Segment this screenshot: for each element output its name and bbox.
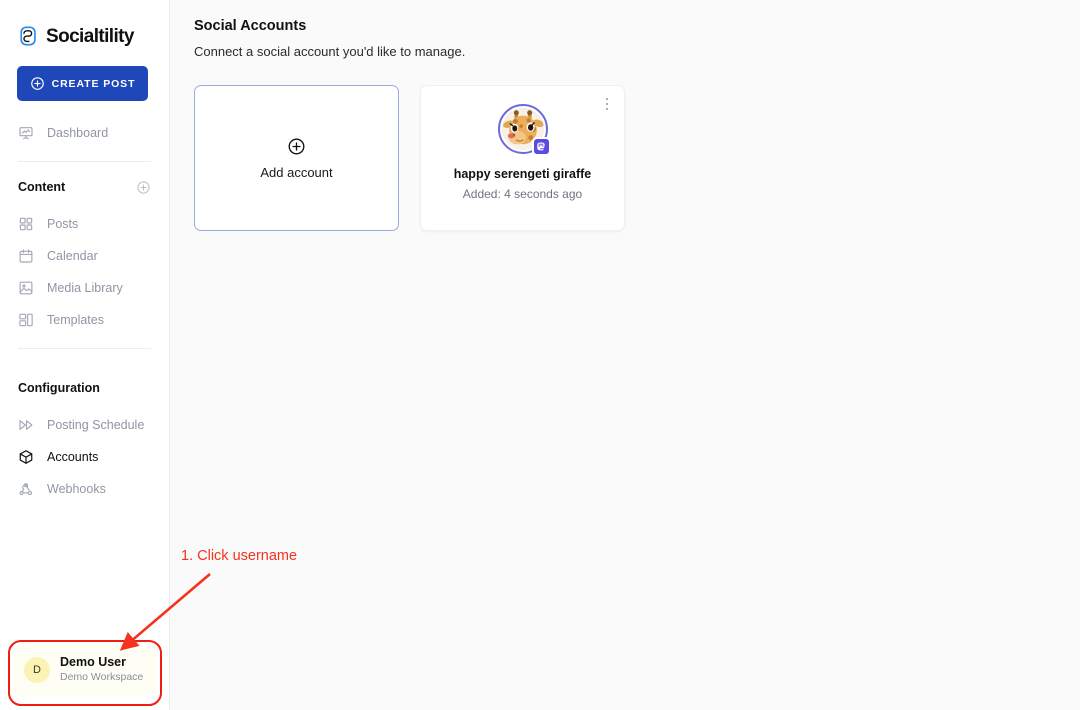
avatar: D xyxy=(24,657,50,683)
sidebar-item-label: Calendar xyxy=(47,249,98,263)
sidebar-item-posting-schedule[interactable]: Posting Schedule xyxy=(10,409,159,441)
add-content-plus-icon[interactable] xyxy=(136,180,151,195)
sidebar-item-dashboard[interactable]: Dashboard xyxy=(10,117,159,149)
create-post-label: CREATE POST xyxy=(51,77,136,90)
account-name: happy serengeti giraffe xyxy=(453,167,592,181)
webhook-icon xyxy=(18,481,34,497)
sidebar-item-media-library[interactable]: Media Library xyxy=(10,272,159,304)
main-content: Social Accounts Connect a social account… xyxy=(170,0,1080,710)
grid-icon xyxy=(18,216,34,232)
sidebar-group-content: Posts Calendar Media Library Templates xyxy=(0,208,169,336)
section-head-configuration: Configuration xyxy=(0,375,169,401)
mastodon-badge-icon xyxy=(531,137,551,156)
account-card[interactable]: happy serengeti giraffe Added: 4 seconds… xyxy=(420,85,625,231)
sidebar-item-label: Templates xyxy=(47,313,104,327)
sidebar-item-label: Accounts xyxy=(47,450,99,464)
sidebar-divider-1 xyxy=(18,161,151,162)
socialtility-logo-icon xyxy=(18,25,40,47)
add-account-card[interactable]: Add account xyxy=(194,85,399,231)
user-workspace: Demo Workspace xyxy=(60,670,144,683)
page-title: Social Accounts xyxy=(194,18,307,34)
sidebar-item-accounts[interactable]: Accounts xyxy=(10,441,159,473)
sidebar-group-configuration: Posting Schedule Accounts Webhooks xyxy=(0,409,169,505)
brand-logo[interactable]: Socialtility xyxy=(0,0,169,52)
sidebar-item-label: Media Library xyxy=(47,281,123,295)
sidebar-section-configuration: Configuration Posting Schedule Accounts … xyxy=(0,375,169,505)
brand-name: Socialtility xyxy=(46,25,134,47)
sidebar-item-webhooks[interactable]: Webhooks xyxy=(10,473,159,505)
user-name: Demo User xyxy=(60,655,126,670)
page-subtitle: Connect a social account you'd like to m… xyxy=(194,44,466,59)
calendar-icon xyxy=(18,248,34,264)
sidebar-item-posts[interactable]: Posts xyxy=(10,208,159,240)
sidebar-item-calendar[interactable]: Calendar xyxy=(10,240,159,272)
sidebar: Socialtility CREATE POST Dashboard Conte… xyxy=(0,0,170,710)
fast-forward-icon xyxy=(18,417,34,433)
accounts-grid: Add account happy serengeti giraffe Adde… xyxy=(194,85,1080,231)
kebab-menu-icon[interactable] xyxy=(599,94,615,114)
sidebar-item-label: Webhooks xyxy=(47,482,106,496)
sidebar-item-templates[interactable]: Templates xyxy=(10,304,159,336)
section-title-content: Content xyxy=(18,180,66,194)
annotation-step-text: 1. Click username xyxy=(181,548,298,564)
user-meta: Demo User Demo Workspace xyxy=(60,655,143,684)
section-title-configuration: Configuration xyxy=(18,381,100,395)
dashboard-icon xyxy=(18,125,34,141)
layout-template-icon xyxy=(18,312,34,328)
account-added-time: Added: 4 seconds ago xyxy=(462,187,583,201)
account-avatar-wrap xyxy=(497,104,551,156)
add-account-label: Add account xyxy=(260,164,333,180)
sidebar-divider-2 xyxy=(18,348,151,349)
box-icon xyxy=(18,449,34,465)
app-root: Socialtility CREATE POST Dashboard Conte… xyxy=(0,0,1080,710)
sidebar-item-label: Posting Schedule xyxy=(47,418,145,432)
image-icon xyxy=(18,280,34,296)
sidebar-item-label: Posts xyxy=(47,217,79,231)
plus-circle-icon xyxy=(287,137,306,156)
user-profile-card[interactable]: D Demo User Demo Workspace xyxy=(14,644,156,696)
plus-circle-icon xyxy=(30,76,45,91)
sidebar-section-content: Content xyxy=(0,174,169,200)
create-post-button[interactable]: CREATE POST xyxy=(17,66,148,101)
sidebar-item-label: Dashboard xyxy=(47,126,109,140)
